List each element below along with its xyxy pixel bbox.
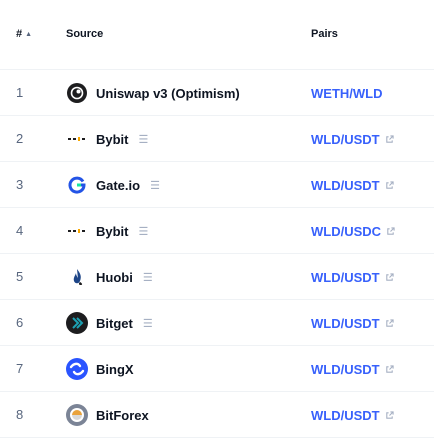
exchange-name: BingX <box>96 361 134 377</box>
row-rank: 3 <box>16 177 24 192</box>
menu-icon[interactable]: ☰ <box>139 225 149 238</box>
uniswap-icon <box>66 82 88 104</box>
external-link-icon <box>387 226 395 235</box>
table-header: # ▲ Source Pairs <box>0 0 434 70</box>
exchange-cell[interactable]: Huobi ☰ <box>66 254 153 300</box>
bybit-icon <box>66 128 88 150</box>
external-link-icon <box>385 134 394 143</box>
exchange-cell[interactable]: Uniswap v3 (Optimism) <box>66 70 240 116</box>
pair-label: WETH/WLD <box>311 85 383 101</box>
row-rank: 2 <box>16 131 24 146</box>
rank-header-label: # <box>16 28 23 40</box>
pair-link[interactable]: WLD/USDT <box>311 392 394 438</box>
row-rank: 6 <box>16 315 24 330</box>
exchange-name: Gate.io <box>96 177 141 193</box>
exchange-cell[interactable]: BitForex <box>66 392 149 438</box>
menu-icon[interactable]: ☰ <box>139 133 149 146</box>
pair-link[interactable]: WLD/USDT <box>311 162 394 208</box>
row-rank: 5 <box>16 269 24 284</box>
bitforex-icon <box>66 404 88 426</box>
table-row: 1 Uniswap v3 (Optimism) WETH/WLD <box>0 70 434 116</box>
exchange-name: BitForex <box>96 407 149 423</box>
bitget-icon <box>66 312 88 334</box>
pair-link[interactable]: WLD/USDT <box>311 116 394 162</box>
exchange-name: Uniswap v3 (Optimism) <box>96 85 240 101</box>
bingx-icon <box>66 358 88 380</box>
huobi-icon <box>66 266 88 288</box>
rank-header[interactable]: # ▲ <box>16 28 32 40</box>
pair-label: WLD/USDT <box>311 177 380 193</box>
pair-label: WLD/USDT <box>311 407 380 423</box>
pair-link[interactable]: WLD/USDT <box>311 346 394 392</box>
external-link-icon <box>385 364 394 373</box>
external-link-icon <box>385 318 394 327</box>
external-link-icon <box>385 180 394 189</box>
pair-link[interactable]: WLD/USDT <box>311 254 394 300</box>
sort-up-icon: ▲ <box>25 30 33 38</box>
exchange-cell[interactable]: Bybit ☰ <box>66 116 148 162</box>
table-row: 5 Huobi ☰ WLD/USDT <box>0 254 434 300</box>
table-row: 2 Bybit ☰ WLD/USDT <box>0 116 434 162</box>
pair-label: WLD/USDT <box>311 361 380 377</box>
menu-icon[interactable]: ☰ <box>143 271 153 284</box>
row-rank: 1 <box>16 85 24 100</box>
menu-icon[interactable]: ☰ <box>150 179 160 192</box>
exchange-cell[interactable]: BingX <box>66 346 134 392</box>
exchange-cell[interactable]: Bybit ☰ <box>66 208 148 254</box>
exchange-cell[interactable]: Bitget ☰ <box>66 300 153 346</box>
exchange-name: Bitget <box>96 315 133 331</box>
menu-icon[interactable]: ☰ <box>143 317 153 330</box>
gateio-icon <box>66 174 88 196</box>
table-row: 8 BitForex WLD/USDT <box>0 392 434 438</box>
pair-label: WLD/USDT <box>311 269 380 285</box>
row-rank: 4 <box>16 223 24 238</box>
row-rank: 8 <box>16 407 24 422</box>
exchange-cell[interactable]: Gate.io ☰ <box>66 162 160 208</box>
external-link-icon <box>385 410 394 419</box>
table-row: 7 BingX WLD/USDT <box>0 346 434 392</box>
pair-link[interactable]: WETH/WLD <box>311 70 382 116</box>
exchange-name: Bybit <box>96 223 129 239</box>
pair-label: WLD/USDC <box>311 223 382 239</box>
exchange-name: Bybit <box>96 131 129 147</box>
pairs-header[interactable]: Pairs <box>311 28 338 40</box>
pair-label: WLD/USDT <box>311 315 380 331</box>
table-row: 4 Bybit ☰ WLD/USDC <box>0 208 434 254</box>
table-row: 3 Gate.io ☰ WLD/USDT <box>0 162 434 208</box>
row-rank: 7 <box>16 361 24 376</box>
pair-link[interactable]: WLD/USDT <box>311 300 394 346</box>
table-row: 6 Bitget ☰ WLD/USDT <box>0 300 434 346</box>
exchange-name: Huobi <box>96 269 133 285</box>
pair-link[interactable]: WLD/USDC <box>311 208 395 254</box>
external-link-icon <box>385 272 394 281</box>
bybit-icon <box>66 220 88 242</box>
markets-table: # ▲ Source Pairs 1 Uniswap v3 (Optimism)… <box>0 0 434 439</box>
pair-label: WLD/USDT <box>311 131 380 147</box>
source-header[interactable]: Source <box>66 28 103 40</box>
